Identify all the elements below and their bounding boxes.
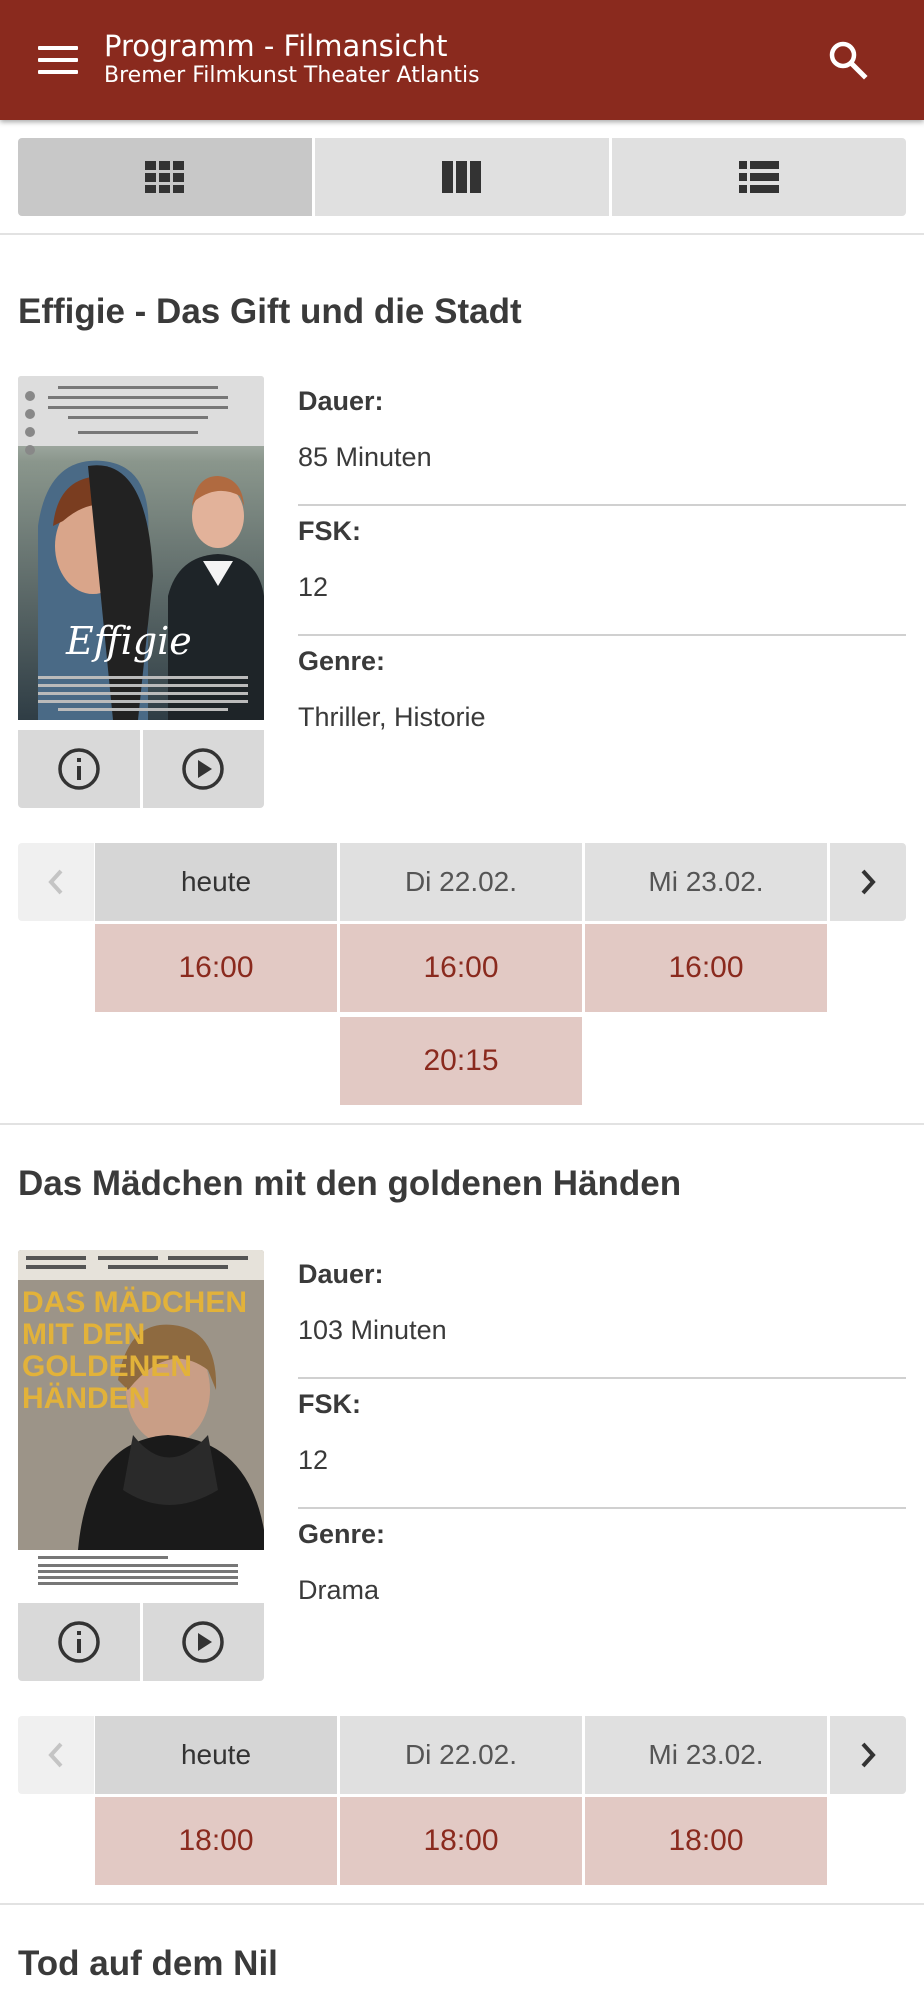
tab-grid-view[interactable] — [18, 138, 312, 216]
film-title[interactable]: Tod auf dem Nil — [18, 1944, 278, 1984]
film-title[interactable]: Effigie - Das Gift und die Stadt — [18, 292, 522, 332]
play-icon — [182, 748, 224, 790]
genre-label: Genre: — [298, 646, 386, 676]
chevron-left-icon — [48, 1742, 63, 1768]
genre-value: Drama — [298, 1575, 380, 1605]
next-days-button[interactable] — [830, 1716, 906, 1794]
view-mode-tabs — [18, 138, 906, 216]
duration-label: Dauer: — [298, 386, 384, 416]
day-tab[interactable]: heute — [95, 1716, 337, 1794]
chevron-right-icon — [861, 869, 876, 895]
genre-value: Thriller, Historie — [298, 702, 486, 732]
poster-image: DAS MÄDCHEN MIT DEN GOLDENEN HÄNDEN — [18, 1250, 264, 1594]
info-icon — [58, 1621, 100, 1663]
fsk-value: 12 — [298, 1445, 329, 1475]
svg-text:GOLDENEN: GOLDENEN — [22, 1350, 192, 1383]
poster-image: Effigie — [18, 376, 264, 720]
genre-row: Genre: Drama — [298, 1509, 906, 1639]
fsk-label: FSK: — [298, 516, 361, 546]
duration-value: 85 Minuten — [298, 442, 432, 472]
app-bar: Programm - Filmansicht Bremer Filmkunst … — [0, 0, 924, 120]
trailer-button[interactable] — [142, 1603, 264, 1681]
poster-title-text: DAS MÄDCHEN — [22, 1286, 247, 1319]
next-days-button[interactable] — [830, 843, 906, 921]
chevron-left-icon — [48, 869, 63, 895]
info-button[interactable] — [18, 1603, 140, 1681]
duration-row: Dauer: 85 Minuten — [298, 376, 906, 506]
search-icon[interactable] — [826, 38, 870, 82]
day-selector: heute Di 22.02. Mi 23.02. — [18, 843, 906, 921]
list-view-icon — [739, 161, 779, 193]
menu-icon[interactable] — [38, 44, 80, 76]
duration-row: Dauer: 103 Minuten — [298, 1249, 906, 1379]
cinema-name: Bremer Filmkunst Theater Atlantis — [104, 63, 480, 88]
play-icon — [182, 1621, 224, 1663]
trailer-button[interactable] — [142, 730, 264, 808]
duration-label: Dauer: — [298, 1259, 384, 1289]
page-title: Programm - Filmansicht — [104, 29, 448, 63]
day-tab[interactable]: Di 22.02. — [340, 1716, 582, 1794]
showtime-button[interactable]: 16:00 — [95, 924, 337, 1012]
fsk-label: FSK: — [298, 1389, 361, 1419]
duration-value: 103 Minuten — [298, 1315, 447, 1345]
showtime-button[interactable]: 18:00 — [585, 1797, 827, 1885]
divider — [0, 1123, 924, 1125]
day-tab[interactable]: Mi 23.02. — [585, 1716, 827, 1794]
svg-text:MIT DEN: MIT DEN — [22, 1318, 145, 1351]
genre-label: Genre: — [298, 1519, 386, 1549]
film-details: Dauer: 103 Minuten FSK: 12 Genre: Drama — [298, 1249, 906, 1639]
genre-row: Genre: Thriller, Historie — [298, 636, 906, 766]
fsk-value: 12 — [298, 572, 329, 602]
column-view-icon — [442, 161, 481, 193]
fsk-row: FSK: 12 — [298, 1379, 906, 1509]
film-poster[interactable]: Effigie — [18, 376, 264, 720]
prev-days-button[interactable] — [18, 1716, 94, 1794]
day-tab[interactable]: Mi 23.02. — [585, 843, 827, 921]
svg-text:HÄNDEN: HÄNDEN — [22, 1382, 150, 1415]
showtime-button[interactable]: 18:00 — [340, 1797, 582, 1885]
day-tab[interactable]: Di 22.02. — [340, 843, 582, 921]
showtime-button[interactable]: 16:00 — [585, 924, 827, 1012]
poster-buttons — [18, 730, 264, 808]
showtime-button[interactable]: 16:00 — [340, 924, 582, 1012]
prev-days-button[interactable] — [18, 843, 94, 921]
day-selector: heute Di 22.02. Mi 23.02. — [18, 1716, 906, 1794]
tab-column-view[interactable] — [315, 138, 609, 216]
film-details: Dauer: 85 Minuten FSK: 12 Genre: Thrille… — [298, 376, 906, 766]
tab-list-view[interactable] — [612, 138, 906, 216]
film-title[interactable]: Das Mädchen mit den goldenen Händen — [18, 1164, 681, 1204]
poster-buttons — [18, 1603, 264, 1681]
day-tab[interactable]: heute — [95, 843, 337, 921]
divider — [0, 233, 924, 235]
info-icon — [58, 748, 100, 790]
chevron-right-icon — [861, 1742, 876, 1768]
divider — [0, 1903, 924, 1905]
fsk-row: FSK: 12 — [298, 506, 906, 636]
showtime-button[interactable]: 18:00 — [95, 1797, 337, 1885]
showtime-button[interactable]: 20:15 — [340, 1017, 582, 1105]
grid-view-icon — [145, 161, 184, 193]
info-button[interactable] — [18, 730, 140, 808]
poster-title-text: Effigie — [65, 619, 192, 663]
film-poster[interactable]: DAS MÄDCHEN MIT DEN GOLDENEN HÄNDEN — [18, 1250, 264, 1594]
